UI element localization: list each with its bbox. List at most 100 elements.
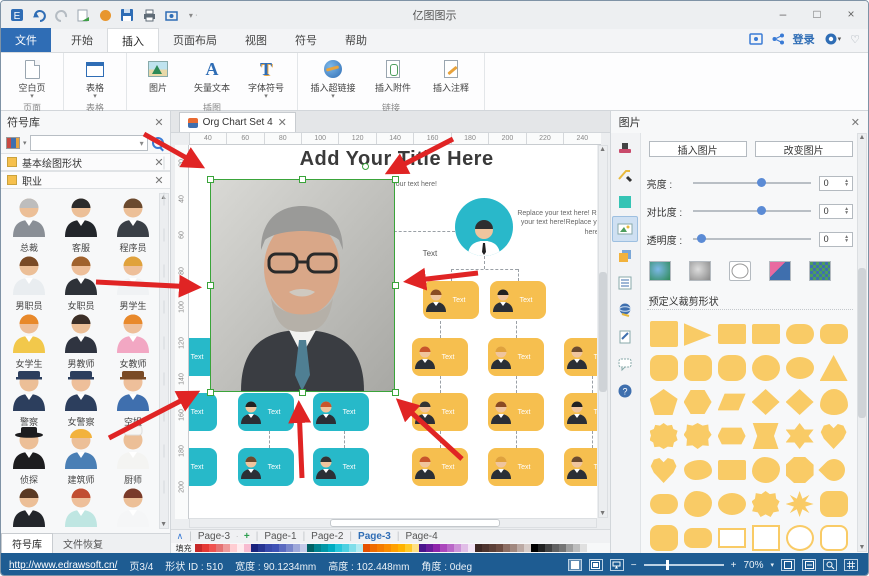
symbol-item[interactable]: 程序员 [107,193,159,251]
crop-shape-round-square[interactable] [650,355,678,381]
pen-tool-icon[interactable] [612,162,638,188]
page-tab-page-3[interactable]: Page-3 [358,531,391,542]
color-swatch[interactable] [300,544,307,552]
color-swatch[interactable] [377,544,384,552]
crop-shape-round-square[interactable] [684,355,712,381]
color-swatch[interactable] [258,544,265,552]
symbol-item[interactable] [107,483,159,529]
symbol-item[interactable] [55,483,107,529]
color-swatch[interactable] [398,544,405,552]
color-swatch[interactable] [517,544,524,552]
tab-symbols[interactable]: 符号 [281,28,331,52]
color-swatch[interactable] [531,544,538,552]
section-basic-shapes[interactable]: 基本绘图形状 ✕ [1,153,170,171]
undo-button[interactable] [31,7,47,23]
document-tab-close-icon[interactable]: ✕ [278,116,287,129]
crop-shape-diamond[interactable] [752,389,780,415]
symbol-item[interactable]: 建筑师 [55,425,107,483]
symbol-item[interactable]: 女职员 [55,251,107,309]
color-swatch[interactable] [482,544,489,552]
blank-page-button[interactable]: 空白页 ▾ [7,55,57,100]
tab-page-layout[interactable]: 页面布局 [159,28,231,52]
crop-shape-quatrefoil[interactable] [718,355,746,381]
table-button[interactable]: 表格 ▾ [70,55,120,100]
color-swatch[interactable] [384,544,391,552]
effect-art-thumbnail[interactable] [769,261,791,281]
symbol-item[interactable]: 男职员 [3,251,55,309]
zoom-in-button[interactable]: + [731,560,737,571]
effect-gray-thumbnail[interactable] [689,261,711,281]
symbol-item[interactable]: 总裁 [3,193,55,251]
color-swatch[interactable] [419,544,426,552]
color-swatch[interactable] [489,544,496,552]
search-icon[interactable] [151,136,165,150]
format-painter-icon[interactable] [612,135,638,161]
symbol-item[interactable]: 警察 [3,367,55,425]
outline-list-icon[interactable] [612,270,638,296]
picture-panel-scrollbar[interactable]: ▲▼ [857,133,867,552]
crop-shape-hexagon[interactable] [684,389,712,415]
color-swatch[interactable] [566,544,573,552]
color-swatch[interactable] [202,544,209,552]
crop-shape-square[interactable] [650,321,678,347]
crop-shape-parallelogram[interactable] [718,389,746,415]
transparency-slider[interactable] [693,238,811,240]
color-swatch[interactable] [503,544,510,552]
magnifier-button[interactable] [823,559,837,571]
snapshot-button[interactable] [163,7,179,23]
color-swatch[interactable] [461,544,468,552]
print-button[interactable] [141,7,157,23]
section-close-icon[interactable]: ✕ [154,174,163,187]
color-swatch[interactable] [363,544,370,552]
color-swatch[interactable] [426,544,433,552]
color-swatch[interactable] [370,544,377,552]
color-swatch[interactable] [580,544,587,552]
crop-shape-round-square[interactable] [820,491,848,517]
drawing-sheet[interactable]: Add Your Title Here Replace your text he… [189,145,597,518]
color-swatch[interactable] [552,544,559,552]
org-chart-node[interactable]: Text [412,338,468,376]
zoom-slider[interactable] [644,564,724,566]
color-swatch[interactable] [307,544,314,552]
node-label[interactable]: Text [423,249,438,258]
crop-shape-pill[interactable] [786,324,814,344]
crop-shape-circle[interactable] [752,355,780,381]
color-swatch[interactable] [405,544,412,552]
crop-shape-blob[interactable] [752,457,780,483]
crop-shape-blob[interactable] [684,491,712,517]
color-swatch[interactable] [440,544,447,552]
picture-button[interactable]: 图片 [133,55,183,94]
vector-text-button[interactable]: A 矢量文本 [187,55,237,94]
panel-tab-symbol-library[interactable]: 符号库 [1,533,53,553]
color-swatch[interactable] [510,544,517,552]
crop-shape-rect[interactable] [752,324,780,344]
color-swatch[interactable] [314,544,321,552]
brightness-spinbox[interactable]: 0▲▼ [819,176,853,191]
selection-handle[interactable] [299,389,306,396]
crop-shape-rect[interactable] [718,460,746,480]
effect-mosaic-thumbnail[interactable] [809,261,831,281]
org-chart-node[interactable]: Text [488,338,544,376]
page-view-button[interactable] [589,559,603,571]
settings-gear-icon[interactable]: ▾ [824,32,842,46]
color-swatch[interactable] [454,544,461,552]
selected-photo[interactable] [210,179,395,392]
org-chart-node[interactable]: Text [412,393,468,431]
section-occupation[interactable]: 职业 ✕ [1,171,170,189]
symbol-grid-scrollbar[interactable]: ▲▼ [159,193,169,529]
qat-customize-button[interactable]: ▾ ᐧ [185,7,201,23]
symbol-search-combo[interactable]: ▾ [30,135,148,151]
symbol-item[interactable] [3,483,55,529]
org-chart-node[interactable]: Text [412,448,468,486]
comment-tool-icon[interactable] [612,351,638,377]
placeholder-text[interactable]: Replace your text here! Re your text her… [517,209,597,237]
color-swatch[interactable] [328,544,335,552]
symbol-item[interactable]: 厨师 [107,425,159,483]
insert-attachment-button[interactable]: 插入附件 [366,55,420,94]
tab-file[interactable]: 文件 [1,28,51,52]
crop-shape-badge[interactable] [752,491,780,517]
color-swatch[interactable] [272,544,279,552]
color-swatch[interactable] [342,544,349,552]
section-close-icon[interactable]: ✕ [154,156,163,169]
crop-shape-concave[interactable] [752,423,780,449]
